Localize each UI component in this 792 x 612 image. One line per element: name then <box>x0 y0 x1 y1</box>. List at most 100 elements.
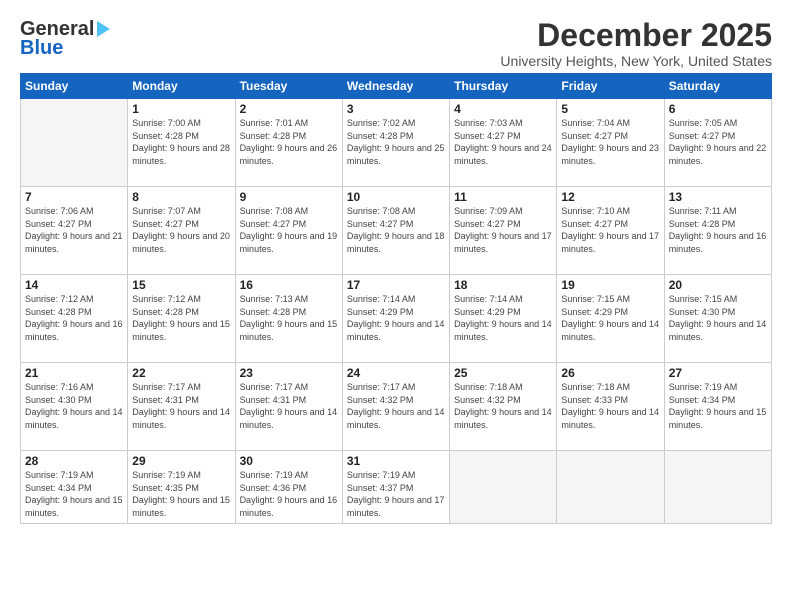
header-sunday: Sunday <box>21 74 128 99</box>
day-info: Sunrise: 7:18 AMSunset: 4:32 PMDaylight:… <box>454 381 552 431</box>
day-info: Sunrise: 7:03 AMSunset: 4:27 PMDaylight:… <box>454 117 552 167</box>
logo: General Blue <box>20 18 110 60</box>
page-subtitle: University Heights, New York, United Sta… <box>500 53 772 69</box>
day-info: Sunrise: 7:00 AMSunset: 4:28 PMDaylight:… <box>132 117 230 167</box>
day-info: Sunrise: 7:19 AMSunset: 4:34 PMDaylight:… <box>669 381 767 431</box>
day-number: 8 <box>132 190 230 204</box>
day-number: 19 <box>561 278 659 292</box>
calendar-cell: 18Sunrise: 7:14 AMSunset: 4:29 PMDayligh… <box>450 275 557 363</box>
day-number: 28 <box>25 454 123 468</box>
day-number: 24 <box>347 366 445 380</box>
calendar-cell: 3Sunrise: 7:02 AMSunset: 4:28 PMDaylight… <box>342 99 449 187</box>
calendar-cell: 12Sunrise: 7:10 AMSunset: 4:27 PMDayligh… <box>557 187 664 275</box>
calendar-cell: 25Sunrise: 7:18 AMSunset: 4:32 PMDayligh… <box>450 363 557 451</box>
calendar-cell: 15Sunrise: 7:12 AMSunset: 4:28 PMDayligh… <box>128 275 235 363</box>
calendar-cell <box>450 451 557 523</box>
day-number: 11 <box>454 190 552 204</box>
calendar-cell: 14Sunrise: 7:12 AMSunset: 4:28 PMDayligh… <box>21 275 128 363</box>
calendar-cell: 7Sunrise: 7:06 AMSunset: 4:27 PMDaylight… <box>21 187 128 275</box>
calendar-cell: 1Sunrise: 7:00 AMSunset: 4:28 PMDaylight… <box>128 99 235 187</box>
page: General Blue December 2025 University He… <box>0 0 792 612</box>
calendar-cell: 24Sunrise: 7:17 AMSunset: 4:32 PMDayligh… <box>342 363 449 451</box>
day-number: 4 <box>454 102 552 116</box>
day-info: Sunrise: 7:19 AMSunset: 4:36 PMDaylight:… <box>240 469 338 519</box>
calendar-cell <box>664 451 771 523</box>
calendar-cell: 6Sunrise: 7:05 AMSunset: 4:27 PMDaylight… <box>664 99 771 187</box>
day-info: Sunrise: 7:08 AMSunset: 4:27 PMDaylight:… <box>240 205 338 255</box>
day-info: Sunrise: 7:07 AMSunset: 4:27 PMDaylight:… <box>132 205 230 255</box>
calendar-week-row: 7Sunrise: 7:06 AMSunset: 4:27 PMDaylight… <box>21 187 772 275</box>
day-number: 13 <box>669 190 767 204</box>
day-number: 1 <box>132 102 230 116</box>
calendar-cell <box>557 451 664 523</box>
day-number: 3 <box>347 102 445 116</box>
calendar-week-row: 14Sunrise: 7:12 AMSunset: 4:28 PMDayligh… <box>21 275 772 363</box>
day-number: 9 <box>240 190 338 204</box>
calendar-cell: 22Sunrise: 7:17 AMSunset: 4:31 PMDayligh… <box>128 363 235 451</box>
day-info: Sunrise: 7:04 AMSunset: 4:27 PMDaylight:… <box>561 117 659 167</box>
calendar-cell: 19Sunrise: 7:15 AMSunset: 4:29 PMDayligh… <box>557 275 664 363</box>
day-number: 22 <box>132 366 230 380</box>
day-number: 10 <box>347 190 445 204</box>
day-number: 23 <box>240 366 338 380</box>
day-info: Sunrise: 7:19 AMSunset: 4:34 PMDaylight:… <box>25 469 123 519</box>
day-number: 21 <box>25 366 123 380</box>
day-info: Sunrise: 7:09 AMSunset: 4:27 PMDaylight:… <box>454 205 552 255</box>
day-info: Sunrise: 7:12 AMSunset: 4:28 PMDaylight:… <box>132 293 230 343</box>
header-saturday: Saturday <box>664 74 771 99</box>
day-info: Sunrise: 7:06 AMSunset: 4:27 PMDaylight:… <box>25 205 123 255</box>
calendar-cell: 13Sunrise: 7:11 AMSunset: 4:28 PMDayligh… <box>664 187 771 275</box>
day-info: Sunrise: 7:10 AMSunset: 4:27 PMDaylight:… <box>561 205 659 255</box>
header-wednesday: Wednesday <box>342 74 449 99</box>
day-number: 2 <box>240 102 338 116</box>
calendar-cell: 9Sunrise: 7:08 AMSunset: 4:27 PMDaylight… <box>235 187 342 275</box>
calendar-cell: 30Sunrise: 7:19 AMSunset: 4:36 PMDayligh… <box>235 451 342 523</box>
calendar-cell: 10Sunrise: 7:08 AMSunset: 4:27 PMDayligh… <box>342 187 449 275</box>
day-info: Sunrise: 7:17 AMSunset: 4:31 PMDaylight:… <box>240 381 338 431</box>
calendar-cell: 27Sunrise: 7:19 AMSunset: 4:34 PMDayligh… <box>664 363 771 451</box>
calendar-cell: 23Sunrise: 7:17 AMSunset: 4:31 PMDayligh… <box>235 363 342 451</box>
calendar-cell: 20Sunrise: 7:15 AMSunset: 4:30 PMDayligh… <box>664 275 771 363</box>
logo-text-blue: Blue <box>20 37 63 60</box>
calendar-week-row: 21Sunrise: 7:16 AMSunset: 4:30 PMDayligh… <box>21 363 772 451</box>
day-info: Sunrise: 7:19 AMSunset: 4:35 PMDaylight:… <box>132 469 230 519</box>
calendar-cell: 11Sunrise: 7:09 AMSunset: 4:27 PMDayligh… <box>450 187 557 275</box>
calendar-cell: 26Sunrise: 7:18 AMSunset: 4:33 PMDayligh… <box>557 363 664 451</box>
calendar-week-row: 1Sunrise: 7:00 AMSunset: 4:28 PMDaylight… <box>21 99 772 187</box>
day-info: Sunrise: 7:12 AMSunset: 4:28 PMDaylight:… <box>25 293 123 343</box>
calendar-cell <box>21 99 128 187</box>
day-number: 25 <box>454 366 552 380</box>
day-info: Sunrise: 7:05 AMSunset: 4:27 PMDaylight:… <box>669 117 767 167</box>
logo-arrow-icon <box>97 21 110 37</box>
calendar-cell: 4Sunrise: 7:03 AMSunset: 4:27 PMDaylight… <box>450 99 557 187</box>
day-number: 20 <box>669 278 767 292</box>
calendar-cell: 21Sunrise: 7:16 AMSunset: 4:30 PMDayligh… <box>21 363 128 451</box>
header-tuesday: Tuesday <box>235 74 342 99</box>
day-info: Sunrise: 7:08 AMSunset: 4:27 PMDaylight:… <box>347 205 445 255</box>
day-info: Sunrise: 7:14 AMSunset: 4:29 PMDaylight:… <box>347 293 445 343</box>
day-number: 7 <box>25 190 123 204</box>
calendar-table: Sunday Monday Tuesday Wednesday Thursday… <box>20 73 772 523</box>
day-info: Sunrise: 7:11 AMSunset: 4:28 PMDaylight:… <box>669 205 767 255</box>
day-number: 31 <box>347 454 445 468</box>
day-number: 6 <box>669 102 767 116</box>
day-number: 14 <box>25 278 123 292</box>
calendar-week-row: 28Sunrise: 7:19 AMSunset: 4:34 PMDayligh… <box>21 451 772 523</box>
day-number: 30 <box>240 454 338 468</box>
day-info: Sunrise: 7:19 AMSunset: 4:37 PMDaylight:… <box>347 469 445 519</box>
day-info: Sunrise: 7:16 AMSunset: 4:30 PMDaylight:… <box>25 381 123 431</box>
header-thursday: Thursday <box>450 74 557 99</box>
day-info: Sunrise: 7:14 AMSunset: 4:29 PMDaylight:… <box>454 293 552 343</box>
day-info: Sunrise: 7:13 AMSunset: 4:28 PMDaylight:… <box>240 293 338 343</box>
calendar-cell: 5Sunrise: 7:04 AMSunset: 4:27 PMDaylight… <box>557 99 664 187</box>
day-number: 16 <box>240 278 338 292</box>
title-block: December 2025 University Heights, New Yo… <box>500 18 772 69</box>
header: General Blue December 2025 University He… <box>20 18 772 69</box>
day-info: Sunrise: 7:17 AMSunset: 4:31 PMDaylight:… <box>132 381 230 431</box>
day-number: 12 <box>561 190 659 204</box>
day-number: 5 <box>561 102 659 116</box>
day-info: Sunrise: 7:15 AMSunset: 4:29 PMDaylight:… <box>561 293 659 343</box>
day-number: 27 <box>669 366 767 380</box>
day-number: 18 <box>454 278 552 292</box>
calendar-cell: 17Sunrise: 7:14 AMSunset: 4:29 PMDayligh… <box>342 275 449 363</box>
